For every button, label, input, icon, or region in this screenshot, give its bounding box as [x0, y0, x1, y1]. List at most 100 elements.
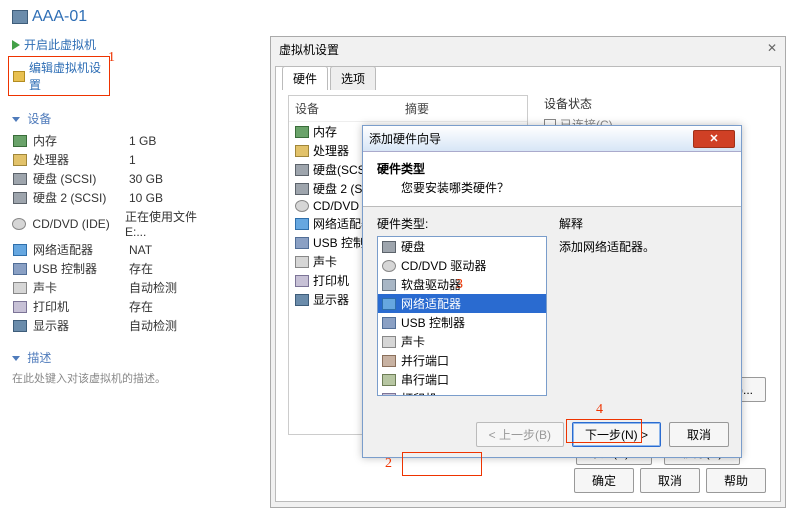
- devices-section-header[interactable]: 设备: [12, 110, 222, 127]
- prt-icon: [382, 393, 396, 397]
- devices-list: 内存 1 GB 处理器 1 硬盘 (SCSI) 30 GB 硬盘 2 (SCSI) 10 GB…: [8, 131, 222, 335]
- explanation-label: 解释: [559, 215, 727, 232]
- prt-icon: [12, 300, 27, 313]
- device-label: USB 控制器: [33, 260, 123, 277]
- hardware-type-item[interactable]: USB 控制器: [378, 313, 546, 332]
- device-row[interactable]: 声卡自动检测: [8, 278, 222, 297]
- settings-icon: [13, 71, 25, 82]
- cd-icon: [295, 200, 309, 212]
- hardware-type-item[interactable]: 软盘驱动器: [378, 275, 546, 294]
- cd-icon: [382, 260, 396, 272]
- device-row[interactable]: CD/DVD (IDE)正在使用文件 E:...: [8, 207, 222, 240]
- hardware-type-item[interactable]: 硬盘: [378, 237, 546, 256]
- hardware-type-item[interactable]: 打印机: [378, 389, 546, 396]
- device-label: 硬盘 2 (SCSI): [33, 189, 123, 206]
- vm-icon: [12, 10, 28, 24]
- device-row[interactable]: 显示器自动检测: [8, 316, 222, 335]
- prt-icon: [295, 275, 309, 287]
- explanation-text: 添加网络适配器。: [559, 238, 727, 255]
- hardware-types-list[interactable]: 硬盘CD/DVD 驱动器软盘驱动器网络适配器USB 控制器声卡并行端口串行端口打…: [377, 236, 547, 396]
- wizard-next-button[interactable]: 下一步(N) >: [572, 422, 661, 447]
- add-hardware-wizard: 添加硬件向导 ✕ 硬件类型 您要安装哪类硬件？ 硬件类型: 硬盘CD/DVD 驱…: [362, 125, 742, 458]
- device-label: CD/DVD (IDE): [32, 217, 119, 231]
- device-label: 硬盘 (SCSI): [33, 170, 123, 187]
- caret-down-icon: [12, 117, 20, 122]
- description-section-header[interactable]: 描述: [12, 349, 222, 366]
- usb-icon: [382, 317, 396, 329]
- cancel-button[interactable]: 取消: [640, 468, 700, 493]
- cpu-icon: [12, 153, 27, 166]
- net-icon: [382, 298, 396, 310]
- tab-hardware[interactable]: 硬件: [282, 66, 328, 90]
- wizard-close-button[interactable]: ✕: [693, 130, 735, 148]
- hardware-table-header: 设备 摘要: [289, 96, 527, 122]
- dialog-close-icon[interactable]: ✕: [767, 41, 777, 58]
- ser-icon: [382, 374, 396, 386]
- hardware-type-item[interactable]: 网络适配器: [378, 294, 546, 313]
- device-row[interactable]: 网络适配器NAT: [8, 240, 222, 259]
- wizard-back-button: < 上一步(B): [476, 422, 564, 447]
- device-row[interactable]: 处理器 1: [8, 150, 222, 169]
- snd-icon: [295, 256, 309, 268]
- caret-down-icon: [12, 356, 20, 361]
- disk-icon: [295, 183, 309, 195]
- tab-options[interactable]: 选项: [330, 66, 376, 90]
- device-row[interactable]: USB 控制器存在: [8, 259, 222, 278]
- hardware-type-item[interactable]: CD/DVD 驱动器: [378, 256, 546, 275]
- dialog-title: 虚拟机设置: [279, 41, 339, 58]
- vm-name: AAA-01: [32, 8, 87, 26]
- hardware-type-item[interactable]: 并行端口: [378, 351, 546, 370]
- cd-icon: [12, 217, 26, 230]
- net-icon: [295, 218, 309, 230]
- usb-icon: [295, 237, 309, 249]
- device-row[interactable]: 硬盘 (SCSI) 30 GB: [8, 169, 222, 188]
- wizard-titlebar[interactable]: 添加硬件向导 ✕: [363, 126, 741, 152]
- usb-icon: [12, 262, 27, 275]
- left-panel: AAA-01 开启此虚拟机 编辑虚拟机设置 设备 内存 1 GB 处理器 1 硬盘 (S…: [0, 0, 230, 518]
- edit-vm-label: 编辑虚拟机设置: [29, 59, 105, 93]
- device-label: 声卡: [33, 279, 123, 296]
- hardware-type-item[interactable]: 串行端口: [378, 370, 546, 389]
- par-icon: [382, 355, 396, 367]
- device-label: 处理器: [33, 151, 123, 168]
- help-button[interactable]: 帮助: [706, 468, 766, 493]
- disk-icon: [295, 164, 309, 176]
- device-value: 1: [129, 153, 136, 167]
- edit-vm-link[interactable]: 编辑虚拟机设置: [8, 56, 110, 96]
- hardware-type-label: CD/DVD 驱动器: [401, 257, 486, 274]
- hardware-type-label: USB 控制器: [401, 314, 465, 331]
- description-placeholder[interactable]: 在此处键入对该虚拟机的描述。: [12, 370, 218, 386]
- snd-icon: [12, 281, 27, 294]
- hardware-type-label: 串行端口: [401, 371, 449, 388]
- device-value: 1 GB: [129, 134, 156, 148]
- start-vm-link[interactable]: 开启此虚拟机: [8, 34, 222, 55]
- device-value: 30 GB: [129, 172, 163, 186]
- snd-icon: [382, 336, 396, 348]
- vm-title: AAA-01: [12, 8, 222, 26]
- mon-icon: [295, 294, 309, 306]
- device-label: 显示器: [33, 317, 123, 334]
- mem-icon: [295, 126, 309, 138]
- hardware-type-item[interactable]: 声卡: [378, 332, 546, 351]
- wizard-subheading: 您要安装哪类硬件？: [401, 179, 727, 196]
- device-label: 内存: [33, 132, 123, 149]
- disk-icon: [12, 172, 27, 185]
- wizard-cancel-button[interactable]: 取消: [669, 422, 729, 447]
- device-row[interactable]: 硬盘 2 (SCSI) 10 GB: [8, 188, 222, 207]
- device-status-header: 设备状态: [544, 95, 770, 112]
- hardware-type-label: 并行端口: [401, 352, 449, 369]
- flp-icon: [382, 279, 396, 291]
- device-value: 10 GB: [129, 191, 163, 205]
- wizard-heading: 硬件类型: [377, 160, 727, 177]
- play-icon: [12, 40, 20, 50]
- device-row[interactable]: 内存 1 GB: [8, 131, 222, 150]
- start-vm-label: 开启此虚拟机: [24, 36, 96, 53]
- hardware-type-label: 打印机: [401, 390, 437, 396]
- ok-button[interactable]: 确定: [574, 468, 634, 493]
- cpu-icon: [295, 145, 309, 157]
- wizard-title: 添加硬件向导: [369, 130, 441, 147]
- device-value: 存在: [129, 260, 153, 277]
- device-row[interactable]: 打印机存在: [8, 297, 222, 316]
- mon-icon: [12, 319, 27, 332]
- device-value: NAT: [129, 243, 152, 257]
